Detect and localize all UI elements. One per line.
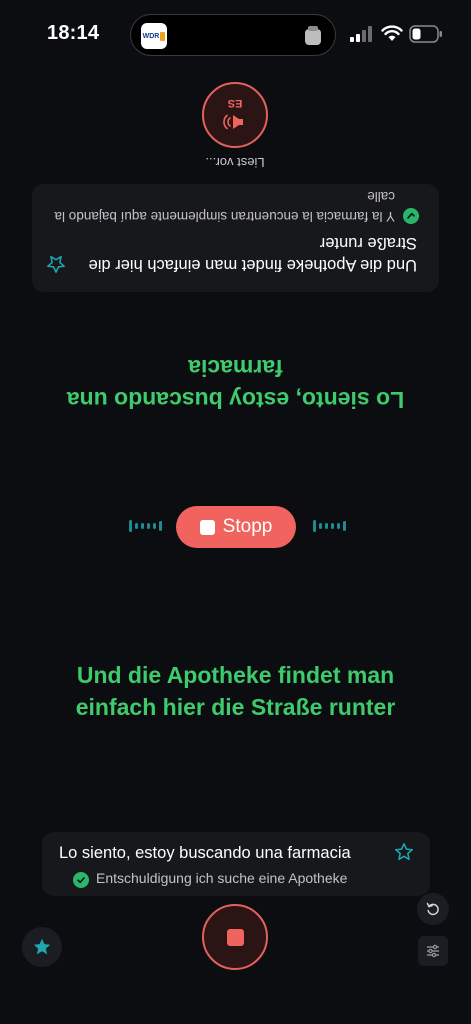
- sliders-icon: [427, 944, 439, 958]
- record-stop-button[interactable]: [202, 904, 268, 970]
- playback-button[interactable]: ES: [202, 82, 268, 148]
- replay-icon: [426, 902, 439, 916]
- favorites-button[interactable]: [22, 927, 62, 967]
- history-sub-text: Y la farmacia la encuentran simplemente …: [54, 189, 395, 224]
- check-icon: [403, 208, 419, 224]
- language-code: ES: [227, 97, 243, 109]
- listener-translation: Lo siento, estoy buscando una farmacia: [66, 355, 405, 413]
- speaker-history-card[interactable]: Lo siento, estoy buscando una farmacia E…: [42, 832, 430, 896]
- stop-button[interactable]: Stopp: [176, 506, 296, 548]
- favorite-star-icon[interactable]: [394, 842, 414, 862]
- audio-wave-right-icon: [313, 520, 346, 532]
- check-icon: [73, 872, 89, 888]
- stop-icon: [226, 928, 244, 946]
- audio-wave-left-icon: [129, 520, 162, 532]
- listener-panel: ES Liest vor... Und die Apotheke findet …: [0, 0, 471, 470]
- settings-button[interactable]: [418, 936, 448, 966]
- reading-status: Liest vor...: [205, 155, 265, 170]
- history-main-text: Lo siento, estoy buscando una farmacia: [59, 844, 351, 862]
- history-sub-row: Entschuldigung ich suche eine Apotheke: [73, 870, 347, 888]
- stop-label: Stopp: [222, 516, 273, 537]
- speaker-icon: [223, 114, 243, 130]
- listener-history-card[interactable]: Und die Apotheke findet man einfach hier…: [32, 184, 439, 292]
- stop-icon: [199, 519, 215, 535]
- speaker-translation: Und die Apotheke findet man einfach hier…: [75, 662, 396, 720]
- favorite-star-icon[interactable]: [46, 254, 66, 274]
- star-filled-icon: [33, 938, 51, 955]
- history-main-text: Und die Apotheke findet man einfach hier…: [88, 234, 417, 274]
- replay-button[interactable]: [417, 893, 449, 925]
- history-sub-row: Y la farmacia la encuentran simplemente …: [49, 186, 419, 226]
- history-sub-text: Entschuldigung ich suche eine Apotheke: [96, 870, 348, 886]
